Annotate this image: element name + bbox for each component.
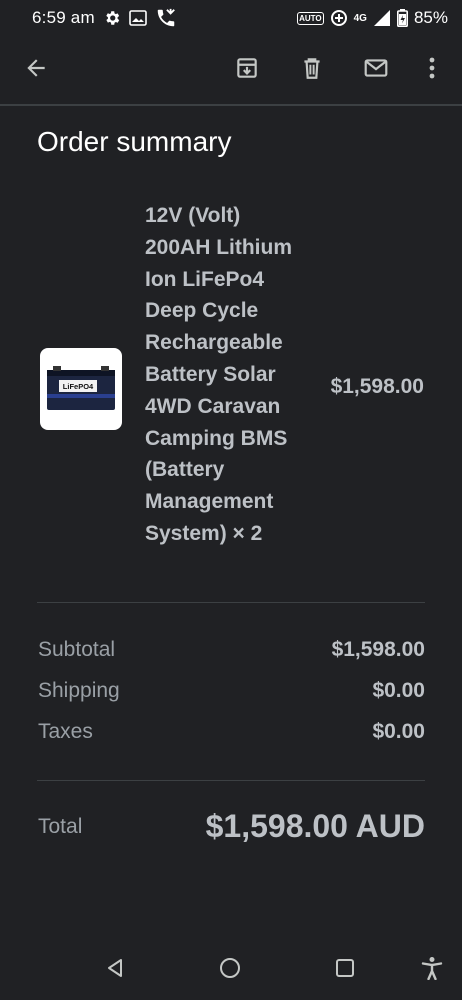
more-vert-icon	[428, 56, 436, 85]
message-toolbar	[0, 36, 462, 106]
settings-gear-icon	[103, 9, 121, 27]
nav-recents-button[interactable]	[325, 950, 365, 990]
nav-back-button[interactable]	[95, 950, 135, 990]
image-icon	[129, 10, 147, 26]
delete-icon	[299, 55, 325, 86]
subtotal-label: Subtotal	[38, 638, 116, 661]
archive-button[interactable]	[225, 48, 269, 92]
product-name: 12V (Volt) 200AH Lithium Ion LiFePo4 Dee…	[145, 204, 293, 545]
delete-button[interactable]	[290, 48, 334, 92]
subtotal-value: $1,598.00	[331, 638, 425, 661]
back-triangle-icon	[105, 958, 125, 983]
battery-charging-icon	[396, 9, 408, 27]
shipping-value: $0.00	[372, 679, 425, 702]
status-bar: 6:59 am AUTO 4G 85%	[0, 0, 462, 36]
battery-percent: 85%	[413, 8, 448, 27]
divider	[37, 602, 425, 603]
back-button[interactable]	[14, 48, 58, 92]
recents-square-icon	[335, 958, 355, 983]
system-nav-bar	[0, 940, 462, 1000]
nav-home-button[interactable]	[210, 950, 250, 990]
taxes-row: Taxes $0.00	[38, 720, 425, 744]
network-type-label: 4G	[353, 12, 367, 24]
total-row: Total $1,598.00 AUD	[38, 808, 425, 845]
mail-icon	[362, 55, 390, 86]
accessibility-icon	[421, 956, 443, 985]
status-time: 6:59 am	[32, 8, 95, 27]
accessibility-button[interactable]	[412, 950, 452, 990]
svg-text:LiFePO4: LiFePO4	[63, 382, 94, 391]
subtotal-row: Subtotal $1,598.00	[38, 638, 425, 662]
battery-image-icon: LiFePO4	[47, 366, 115, 410]
missed-call-icon	[155, 7, 177, 29]
auto-tag-icon: AUTO	[297, 11, 324, 25]
mark-unread-button[interactable]	[354, 48, 398, 92]
data-saver-icon	[330, 9, 348, 27]
back-arrow-icon	[23, 55, 49, 86]
signal-icon	[373, 9, 391, 27]
home-circle-icon	[219, 957, 241, 984]
total-label: Total	[38, 814, 83, 838]
order-summary-title: Order summary	[37, 126, 232, 157]
product-price: $1,598.00	[330, 375, 424, 398]
taxes-value: $0.00	[372, 720, 425, 743]
divider	[37, 780, 425, 781]
taxes-label: Taxes	[38, 720, 93, 743]
shipping-label: Shipping	[38, 679, 120, 702]
product-image[interactable]: LiFePO4	[40, 348, 122, 430]
archive-icon	[234, 55, 260, 86]
total-value: $1,598.00 AUD	[205, 808, 425, 844]
shipping-row: Shipping $0.00	[38, 679, 425, 703]
more-options-button[interactable]	[410, 48, 454, 92]
